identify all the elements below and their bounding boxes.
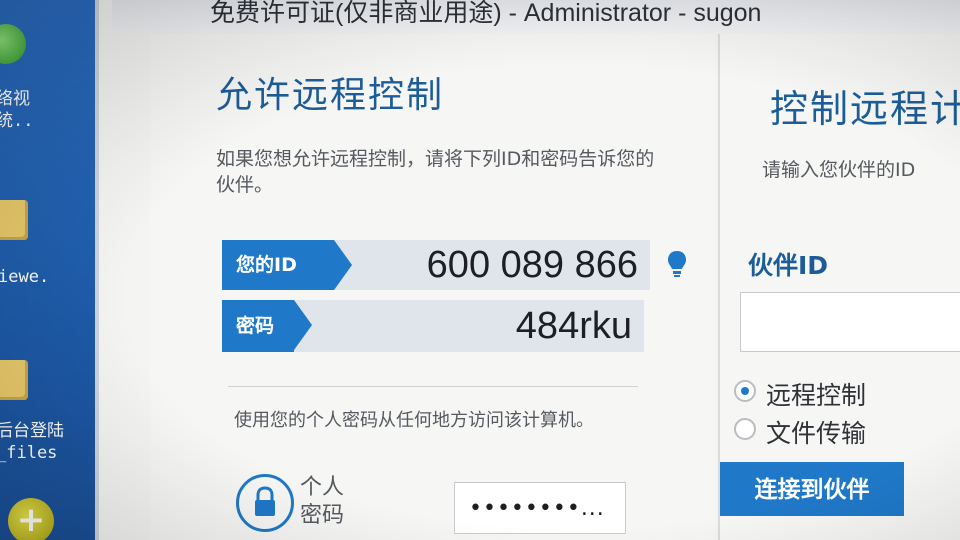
password-value[interactable]: 484rku: [516, 300, 632, 352]
radio-file-transfer-label[interactable]: 文件传输: [766, 414, 866, 450]
allow-remote-description: 如果您想允许远程控制，请将下列ID和密码告诉您的伙伴。: [216, 148, 655, 196]
radio-file-transfer[interactable]: [734, 418, 756, 440]
app-icon[interactable]: [0, 24, 26, 64]
radio-remote-control-label[interactable]: 远程控制: [766, 376, 866, 412]
desktop-icon-label[interactable]: iewe.: [0, 266, 58, 288]
radio-remote-control[interactable]: [734, 380, 756, 402]
lock-icon: [236, 474, 294, 532]
plus-icon[interactable]: +: [8, 498, 54, 540]
control-remote-description: 请输入您伙伴的ID: [762, 159, 916, 181]
partner-id-label: 伙伴ID: [748, 251, 829, 280]
your-id-row: 您的ID 600 089 866: [222, 240, 650, 290]
lightbulb-icon[interactable]: [666, 250, 688, 278]
folder-icon[interactable]: [0, 200, 28, 240]
allow-remote-heading: 允许远程控制: [216, 75, 445, 116]
control-remote-heading: 控制远程计: [770, 87, 960, 131]
personal-password-label: 个人 密码: [300, 475, 345, 528]
password-row: 密码 484rku: [222, 300, 644, 352]
lock-glyph: [255, 486, 275, 516]
personal-password-description: 使用您的个人密码从任何地方访问该计算机。: [234, 410, 594, 431]
password-label: 密码: [222, 300, 312, 352]
connect-to-partner-button[interactable]: 连接到伙伴: [720, 462, 904, 516]
folder-icon[interactable]: [0, 360, 28, 400]
desktop-icon-label[interactable]: 络视 统..: [0, 88, 56, 132]
desktop-icon-label[interactable]: 后台登陆 _files: [0, 420, 64, 464]
partner-id-input[interactable]: [740, 292, 960, 352]
your-id-label: 您的ID: [222, 240, 352, 290]
your-id-value[interactable]: 600 089 866: [427, 240, 638, 290]
desktop: 络视 统.. iewe. 后台登陆 _files +: [0, 0, 110, 540]
divider: [228, 386, 638, 387]
personal-password-field[interactable]: ••••••••...: [454, 482, 626, 534]
window-title: 免费许可证(仅非商业用途) - Administrator - sugon: [112, 0, 960, 34]
